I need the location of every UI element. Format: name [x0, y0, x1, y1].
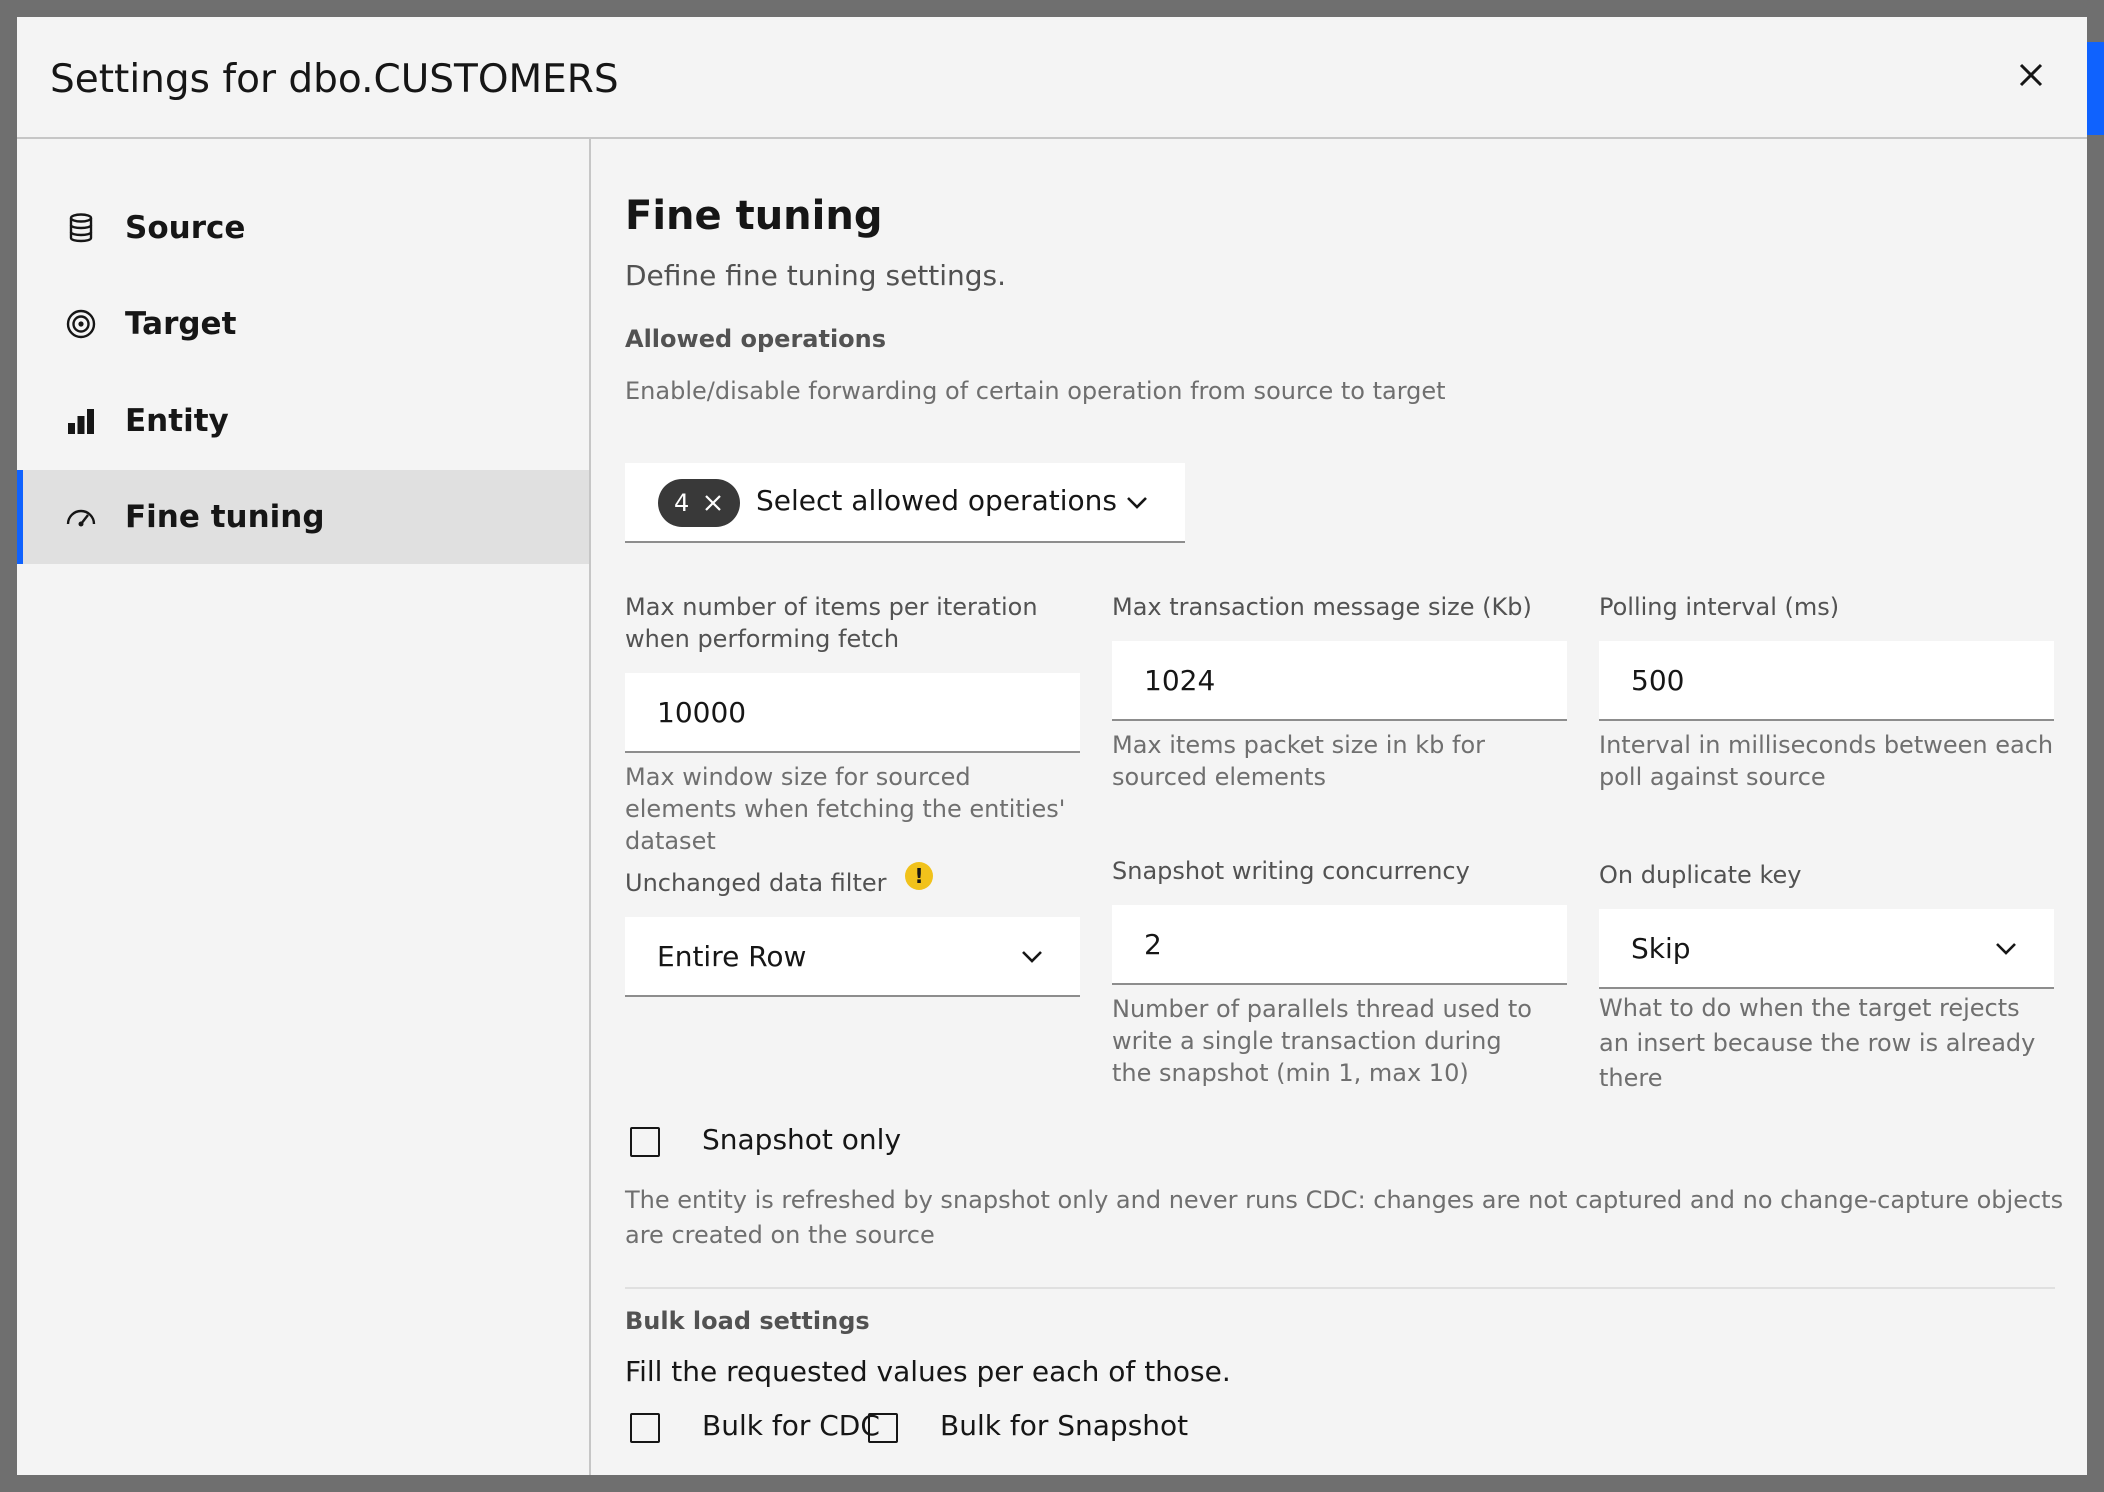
allowed-operations-description: Enable/disable forwarding of certain ope…	[625, 377, 1446, 405]
max-message-size-input[interactable]: 1024	[1112, 641, 1567, 721]
page-subtitle: Define fine tuning settings.	[625, 259, 1007, 292]
max-items-value: 10000	[657, 695, 747, 729]
allowed-operations-placeholder: Select allowed operations	[756, 484, 1117, 517]
close-icon	[705, 495, 722, 511]
max-items-label: Max number of items per iteration when p…	[625, 593, 1038, 653]
database-icon	[63, 210, 99, 246]
sidebar-item-fine-tuning[interactable]: Fine tuning	[17, 470, 589, 564]
sidebar-item-label: Target	[125, 306, 237, 342]
snapshot-concurrency-helper: Number of parallels thread used to write…	[1112, 995, 1532, 1087]
section-divider	[625, 1287, 2055, 1289]
duplicate-key-label: On duplicate key	[1599, 861, 1802, 889]
fine-tuning-panel: Fine tuning Define fine tuning settings.…	[592, 139, 2087, 1475]
snapshot-only-helper: The entity is refreshed by snapshot only…	[625, 1186, 2064, 1249]
max-items-input[interactable]: 10000	[625, 673, 1080, 753]
snapshot-concurrency-label: Snapshot writing concurrency	[1112, 857, 1470, 885]
bulk-snapshot-label[interactable]: Bulk for Snapshot	[940, 1409, 1188, 1442]
max-message-size-helper: Max items packet size in kb for sourced …	[1112, 731, 1486, 791]
sidebar-item-label: Fine tuning	[125, 499, 325, 535]
modal-header: Settings for dbo.CUSTOMERS	[17, 17, 2087, 139]
max-message-size-value: 1024	[1144, 663, 1216, 697]
gauge-icon	[63, 499, 99, 535]
target-icon	[63, 306, 99, 342]
settings-modal: Settings for dbo.CUSTOMERS Source Target…	[17, 17, 2087, 1475]
polling-interval-input[interactable]: 500	[1599, 641, 2054, 721]
allowed-operations-multiselect[interactable]: 4 Select allowed operations	[625, 463, 1185, 543]
sidebar-item-label: Entity	[125, 403, 229, 439]
snapshot-concurrency-input[interactable]: 2	[1112, 905, 1567, 985]
duplicate-key-helper: What to do when the target rejects an in…	[1599, 994, 2036, 1092]
bulk-load-description: Fill the requested values per each of th…	[625, 1355, 1231, 1388]
chevron-down-icon	[1018, 942, 1046, 970]
modal-title: Settings for dbo.CUSTOMERS	[50, 57, 619, 102]
unchanged-data-filter-label: Unchanged data filter	[625, 869, 887, 897]
polling-interval-value: 500	[1631, 663, 1685, 697]
unchanged-data-filter-select[interactable]: Entire Row	[625, 917, 1080, 997]
sidebar-item-source[interactable]: Source	[17, 181, 589, 275]
polling-interval-helper: Interval in milliseconds between each po…	[1599, 731, 2054, 791]
allowed-operations-heading: Allowed operations	[625, 325, 887, 353]
page-title: Fine tuning	[625, 193, 883, 239]
polling-interval-label: Polling interval (ms)	[1599, 593, 1840, 621]
bulk-cdc-label[interactable]: Bulk for CDC	[702, 1409, 880, 1442]
chevron-down-icon	[1123, 488, 1151, 516]
close-button[interactable]	[2003, 47, 2059, 103]
warning-icon[interactable]: !	[905, 862, 933, 890]
clear-selection-button[interactable]	[701, 491, 725, 515]
bulk-snapshot-checkbox[interactable]	[868, 1413, 898, 1443]
close-icon	[2019, 63, 2043, 87]
bar-chart-icon	[63, 403, 99, 439]
snapshot-only-checkbox[interactable]	[630, 1127, 660, 1157]
sidebar-item-entity[interactable]: Entity	[17, 374, 589, 468]
bulk-cdc-checkbox[interactable]	[630, 1413, 660, 1443]
bulk-load-heading: Bulk load settings	[625, 1307, 870, 1335]
duplicate-key-value: Skip	[1631, 931, 1691, 965]
duplicate-key-select[interactable]: Skip	[1599, 909, 2054, 989]
chevron-down-icon	[1992, 934, 2020, 962]
selected-count-tag: 4	[658, 479, 740, 527]
unchanged-data-filter-value: Entire Row	[657, 939, 807, 973]
selected-count: 4	[674, 489, 690, 517]
snapshot-concurrency-value: 2	[1144, 927, 1162, 961]
max-message-size-label: Max transaction message size (Kb)	[1112, 593, 1532, 621]
sidebar-item-label: Source	[125, 210, 246, 246]
sidebar-item-target[interactable]: Target	[17, 277, 589, 371]
settings-sidebar: Source Target Entity Fine tuning	[17, 139, 591, 1475]
snapshot-only-label[interactable]: Snapshot only	[702, 1123, 901, 1156]
max-items-helper: Max window size for sourced elements whe…	[625, 763, 1066, 855]
